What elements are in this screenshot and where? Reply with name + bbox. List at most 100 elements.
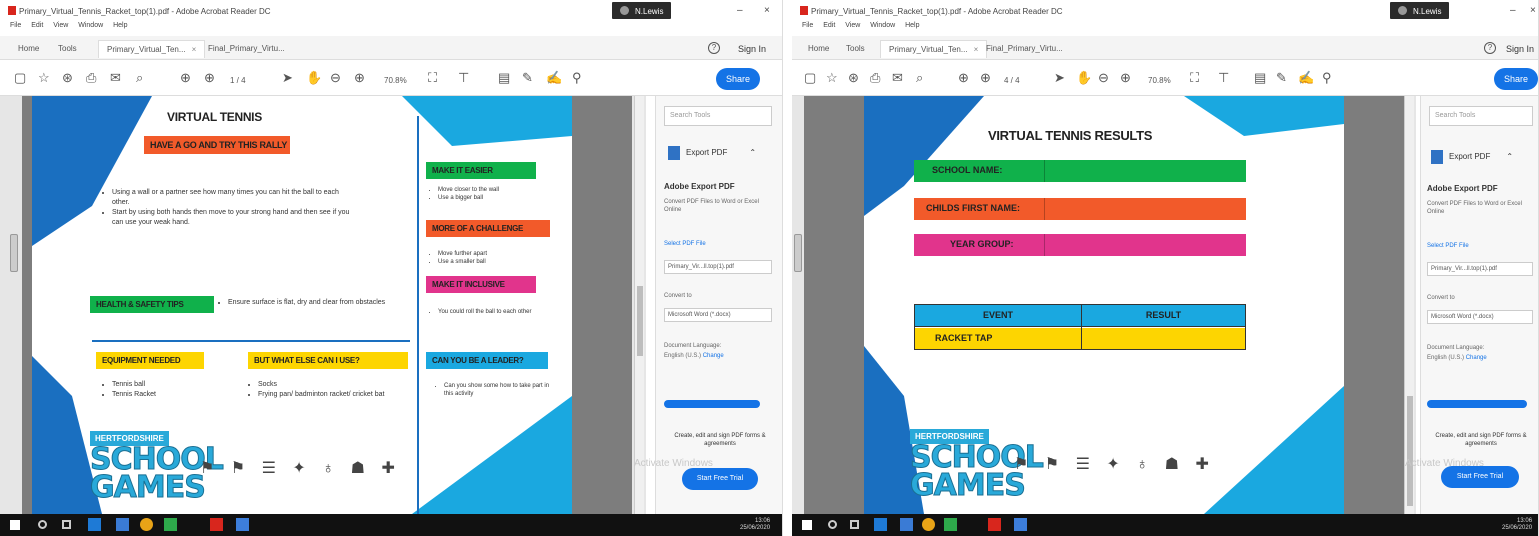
print-icon[interactable]: ⎙ — [86, 71, 96, 85]
document-canvas[interactable]: VIRTUAL TENNIS HAVE A GO AND TRY THIS RA… — [0, 96, 646, 514]
menu-help[interactable]: Help — [113, 22, 127, 29]
menu-view[interactable]: View — [845, 22, 860, 29]
tab-tools[interactable]: Tools — [50, 40, 85, 58]
document-canvas[interactable]: VIRTUAL TENNIS RESULTS SCHOOL NAME: CHIL… — [792, 96, 1416, 514]
search-icon[interactable]: ⌕ — [136, 71, 143, 85]
search-tools-input[interactable]: Search Tools — [664, 106, 772, 126]
export-pdf-tool[interactable]: Export PDF ⌃ — [668, 146, 756, 160]
highlight-icon[interactable]: ⊤ — [1218, 71, 1229, 85]
tab-document-2[interactable]: Final_Primary_Virtu... — [978, 40, 1071, 58]
change-language-link[interactable]: Change — [1466, 355, 1487, 361]
tab-document-1[interactable]: Primary_Virtual_Ten... × — [98, 40, 206, 58]
format-select[interactable]: Microsoft Word (*.docx) — [1427, 310, 1533, 324]
fit-page-icon[interactable]: ⛶ — [428, 71, 437, 85]
page-number[interactable]: 1 / 4 — [230, 74, 246, 88]
app-taskbar-icon[interactable] — [236, 518, 249, 531]
start-free-trial-button[interactable]: Start Free Trial — [682, 468, 758, 490]
fit-page-icon[interactable]: ⛶ — [1190, 71, 1199, 85]
close-icon[interactable]: × — [1530, 5, 1536, 16]
tab-tools[interactable]: Tools — [838, 40, 873, 58]
select-cursor-icon[interactable]: ➤ — [1054, 71, 1065, 85]
user-account[interactable]: N.Lewis — [612, 2, 672, 19]
start-icon[interactable] — [802, 520, 812, 530]
more-tools-icon[interactable]: ⚲ — [572, 71, 582, 85]
menu-edit[interactable]: Edit — [31, 22, 43, 29]
left-panel-handle[interactable] — [10, 234, 18, 272]
left-panel-handle[interactable] — [794, 234, 802, 272]
zoom-in-icon[interactable]: ⊕ — [1120, 71, 1131, 85]
store-icon[interactable] — [164, 518, 177, 531]
pen-icon[interactable]: ✎ — [1276, 71, 1287, 85]
search-icon[interactable]: ⌕ — [916, 71, 923, 85]
prev-page-icon[interactable]: ⊕ — [180, 71, 191, 85]
file-explorer-icon[interactable] — [900, 518, 913, 531]
share-button[interactable]: Share — [1494, 68, 1538, 90]
chevron-up-icon[interactable]: ⌃ — [1506, 152, 1513, 161]
task-view-icon[interactable] — [850, 520, 859, 529]
search-icon[interactable] — [828, 520, 837, 529]
zoom-out-icon[interactable]: ⊖ — [1098, 71, 1109, 85]
convert-button[interactable] — [664, 400, 760, 408]
menu-window[interactable]: Window — [870, 22, 895, 29]
minimize-icon[interactable]: – — [1510, 5, 1516, 16]
zoom-level[interactable]: 70.8% — [384, 74, 407, 88]
scrollbar-thumb[interactable] — [1407, 396, 1413, 506]
upload-icon[interactable]: ⊛ — [848, 71, 859, 85]
help-icon[interactable]: ? — [1484, 42, 1496, 54]
highlight-icon[interactable]: ⊤ — [458, 71, 469, 85]
menu-window[interactable]: Window — [78, 22, 103, 29]
tab-document-2[interactable]: Final_Primary_Virtu... — [200, 40, 293, 58]
task-view-icon[interactable] — [62, 520, 71, 529]
fill-sign-icon[interactable]: ✍ — [546, 71, 562, 85]
page-number[interactable]: 4 / 4 — [1004, 74, 1020, 88]
select-cursor-icon[interactable]: ➤ — [282, 71, 293, 85]
comment-icon[interactable]: ▤ — [1254, 71, 1266, 85]
format-select[interactable]: Microsoft Word (*.docx) — [664, 308, 772, 322]
email-icon[interactable]: ✉ — [110, 71, 121, 85]
bookmark-star-icon[interactable]: ☆ — [826, 71, 838, 85]
bookmark-star-icon[interactable]: ☆ — [38, 71, 50, 85]
selected-file-field[interactable]: Primary_Vir...ll.top(1).pdf — [1427, 262, 1533, 276]
user-account[interactable]: N.Lewis — [1390, 2, 1450, 19]
fill-sign-icon[interactable]: ✍ — [1298, 71, 1314, 85]
store-icon[interactable] — [944, 518, 957, 531]
start-icon[interactable] — [10, 520, 20, 530]
hand-icon[interactable]: ✋ — [1076, 71, 1092, 85]
minimize-icon[interactable]: – — [737, 5, 743, 16]
zoom-in-icon[interactable]: ⊕ — [354, 71, 365, 85]
hand-icon[interactable]: ✋ — [306, 71, 322, 85]
share-button[interactable]: Share — [716, 68, 761, 90]
sign-in-link[interactable]: Sign In — [738, 44, 766, 54]
menu-edit[interactable]: Edit — [823, 22, 835, 29]
vertical-scrollbar[interactable] — [1404, 96, 1414, 514]
zoom-out-icon[interactable]: ⊖ — [330, 71, 341, 85]
app-taskbar-icon[interactable] — [1014, 518, 1027, 531]
selected-file-field[interactable]: Primary_Vir...ll.top(1).pdf — [664, 260, 772, 274]
start-free-trial-button[interactable]: Start Free Trial — [1441, 466, 1519, 488]
scrollbar-thumb[interactable] — [637, 286, 643, 356]
email-icon[interactable]: ✉ — [892, 71, 903, 85]
acrobat-taskbar-icon[interactable] — [210, 518, 223, 531]
more-tools-icon[interactable]: ⚲ — [1322, 71, 1332, 85]
chevron-up-icon[interactable]: ⌃ — [749, 148, 756, 157]
tab-home[interactable]: Home — [800, 40, 837, 58]
tab-document-1[interactable]: Primary_Virtual_Ten... × — [880, 40, 988, 58]
chrome-icon[interactable] — [140, 518, 153, 531]
search-icon[interactable] — [38, 520, 47, 529]
change-language-link[interactable]: Change — [703, 353, 724, 359]
close-tab-icon[interactable]: × — [192, 45, 197, 54]
convert-button[interactable] — [1427, 400, 1527, 408]
upload-icon[interactable]: ⊛ — [62, 71, 73, 85]
next-page-icon[interactable]: ⊕ — [980, 71, 991, 85]
tab-home[interactable]: Home — [10, 40, 47, 58]
menu-file[interactable]: File — [10, 22, 21, 29]
acrobat-taskbar-icon[interactable] — [988, 518, 1001, 531]
menu-view[interactable]: View — [53, 22, 68, 29]
file-explorer-icon[interactable] — [116, 518, 129, 531]
create-icon[interactable]: ▢ — [14, 71, 26, 85]
search-tools-input[interactable]: Search Tools — [1429, 106, 1533, 126]
print-icon[interactable]: ⎙ — [870, 71, 880, 85]
next-page-icon[interactable]: ⊕ — [204, 71, 215, 85]
vertical-scrollbar[interactable] — [634, 96, 644, 514]
edge-icon[interactable] — [88, 518, 101, 531]
